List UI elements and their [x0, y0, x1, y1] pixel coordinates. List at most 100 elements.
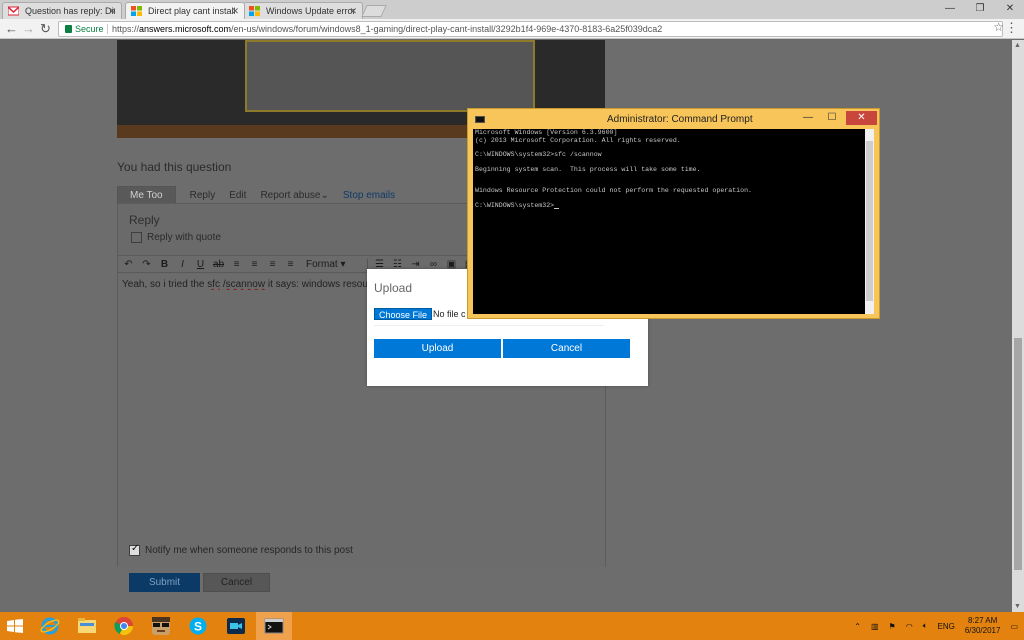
align-right-icon[interactable]: ≡: [266, 259, 279, 270]
notifications-icon[interactable]: ▭: [1010, 622, 1018, 631]
flag-icon[interactable]: ⚑: [889, 622, 896, 631]
language-indicator[interactable]: ENG: [938, 622, 955, 631]
taskbar-skype[interactable]: S: [180, 612, 216, 640]
close-icon[interactable]: ✕: [349, 3, 357, 19]
choose-file-button[interactable]: Choose File: [374, 308, 433, 320]
taskbar-command-prompt[interactable]: [256, 612, 292, 640]
stop-emails-link[interactable]: Stop emails: [343, 190, 395, 201]
no-file-text: No file c: [433, 309, 466, 319]
upload-cancel-button[interactable]: Cancel: [503, 339, 630, 358]
tab-direct-play[interactable]: Direct play cant install - M ✕: [125, 2, 245, 19]
notify-option[interactable]: Notify me when someone responds to this …: [129, 543, 353, 556]
console-output[interactable]: Microsoft Windows [Version 6.3.9600] (c)…: [473, 129, 873, 314]
svg-text:S: S: [194, 620, 202, 634]
dropdown-arrow-icon: ▾: [340, 258, 346, 270]
scroll-up-icon[interactable]: ▲: [1014, 42, 1021, 49]
tab-title: Windows Update error 0: [266, 6, 356, 16]
reply-title: Reply: [129, 213, 160, 227]
report-abuse-label: Report abuse: [260, 190, 321, 201]
microsoft-icon: [249, 6, 260, 16]
format-dropdown[interactable]: Format ▾: [306, 258, 368, 270]
editor-text-prefix: Yeah, so i tried the: [122, 279, 208, 290]
cmd-icon: [475, 116, 485, 123]
url-host: answers.microsoft.com: [139, 24, 232, 34]
close-icon[interactable]: ✕: [846, 111, 877, 125]
underline-icon[interactable]: U: [194, 259, 207, 270]
upload-title: Upload: [374, 281, 413, 295]
align-center-icon[interactable]: ≡: [248, 259, 261, 270]
url-path: /en-us/windows/forum/windows8_1-gaming/d…: [231, 24, 663, 34]
upload-button[interactable]: Upload: [374, 339, 501, 358]
maximize-icon[interactable]: ☐: [820, 111, 844, 125]
close-icon[interactable]: ✕: [231, 3, 239, 19]
cmd-titlebar[interactable]: Administrator: Command Prompt — ☐ ✕: [468, 109, 879, 129]
bullet-list-icon[interactable]: ☰: [373, 259, 386, 270]
minimize-icon[interactable]: —: [796, 111, 820, 125]
page-scrollbar[interactable]: ▲ ▼: [1012, 40, 1024, 612]
console-line: Windows Resource Protection could not pe…: [475, 187, 752, 194]
show-hidden-icons-icon[interactable]: ⌃: [854, 622, 861, 631]
link-icon[interactable]: ∞: [427, 259, 440, 270]
restore-icon[interactable]: ❐: [972, 0, 988, 19]
wifi-icon[interactable]: ◠: [906, 622, 913, 631]
command-prompt-window: Administrator: Command Prompt — ☐ ✕ Micr…: [467, 108, 880, 319]
minimize-icon[interactable]: —: [942, 0, 958, 19]
taskbar-ie[interactable]: [32, 612, 68, 640]
console-line: Beginning system scan. This process will…: [475, 166, 701, 173]
notify-checkbox[interactable]: [129, 543, 140, 556]
new-tab-button[interactable]: [361, 5, 387, 17]
forward-icon[interactable]: →: [22, 20, 35, 38]
address-bar[interactable]: Secure https://answers.microsoft.com/en-…: [58, 21, 1003, 37]
console-prompt-line: C:\WINDOWS\system32>: [475, 202, 560, 209]
editor-text-suffix: it says: windows resource pr: [267, 279, 372, 290]
windows-start-icon[interactable]: [7, 619, 23, 633]
reply-with-quote[interactable]: Reply with quote: [131, 232, 221, 243]
redo-icon[interactable]: ↷: [140, 259, 153, 270]
tab-title: Direct play cant install - M: [148, 6, 238, 16]
microsoft-icon: [131, 6, 142, 16]
tab-title: Question has reply: Direct: [25, 6, 115, 16]
reply-with-quote-checkbox[interactable]: [131, 232, 142, 243]
bookmark-star-icon[interactable]: ☆: [993, 20, 1004, 34]
browser-toolbar: ← → ↻ Secure https://answers.microsoft.c…: [0, 19, 1024, 39]
scrollbar-thumb[interactable]: [1014, 338, 1022, 570]
taskbar-file-explorer[interactable]: [69, 612, 105, 640]
close-icon[interactable]: ✕: [108, 3, 116, 19]
taskbar-video-app[interactable]: [218, 612, 254, 640]
italic-icon[interactable]: I: [176, 259, 189, 270]
console-line: C:\WINDOWS\system32>sfc /scannow: [475, 151, 602, 158]
clock-date: 6/30/2017: [964, 626, 1001, 635]
chrome-icon: [114, 617, 133, 636]
notify-label: Notify me when someone responds to this …: [145, 545, 353, 556]
volume-icon[interactable]: 🔈︎: [923, 621, 928, 631]
numbered-list-icon[interactable]: ☷: [391, 259, 404, 270]
clock[interactable]: 8:27 AM 6/30/2017: [965, 616, 1001, 636]
taskbar-chrome[interactable]: [106, 612, 142, 640]
tab-windows-update[interactable]: Windows Update error 0 ✕: [243, 2, 363, 19]
browser-menu-icon[interactable]: ⋮: [1005, 20, 1018, 36]
url-text: https://answers.microsoft.com/en-us/wind…: [112, 22, 662, 36]
network-icon[interactable]: ▥: [871, 622, 879, 631]
bold-icon[interactable]: B: [158, 259, 171, 270]
tab-gmail[interactable]: Question has reply: Direct ✕: [2, 2, 122, 19]
submit-button[interactable]: Submit: [129, 573, 200, 592]
image-icon[interactable]: ▣: [445, 259, 458, 270]
cmd-scrollbar[interactable]: [865, 129, 874, 314]
cancel-button[interactable]: Cancel: [203, 573, 270, 592]
reload-icon[interactable]: ↻: [40, 20, 51, 38]
edit-link[interactable]: Edit: [229, 190, 246, 201]
back-icon[interactable]: ←: [5, 20, 18, 38]
report-abuse-dropdown[interactable]: Report abuse⌄: [260, 190, 328, 201]
scroll-down-icon[interactable]: ▼: [1014, 603, 1021, 610]
undo-icon[interactable]: ↶: [122, 259, 135, 270]
justify-icon[interactable]: ≡: [284, 259, 297, 270]
reply-link[interactable]: Reply: [190, 190, 216, 201]
indent-icon[interactable]: ⇥: [409, 259, 422, 270]
folder-icon: [78, 618, 96, 633]
taskbar-app-face[interactable]: [143, 612, 179, 640]
strikethrough-icon[interactable]: ab: [212, 259, 225, 270]
cmd-scrollbar-thumb[interactable]: [866, 141, 873, 301]
close-icon[interactable]: ✕: [1002, 0, 1018, 19]
editor-text: Yeah, so i tried the sfc /scannow it say…: [122, 279, 372, 290]
align-left-icon[interactable]: ≡: [230, 259, 243, 270]
